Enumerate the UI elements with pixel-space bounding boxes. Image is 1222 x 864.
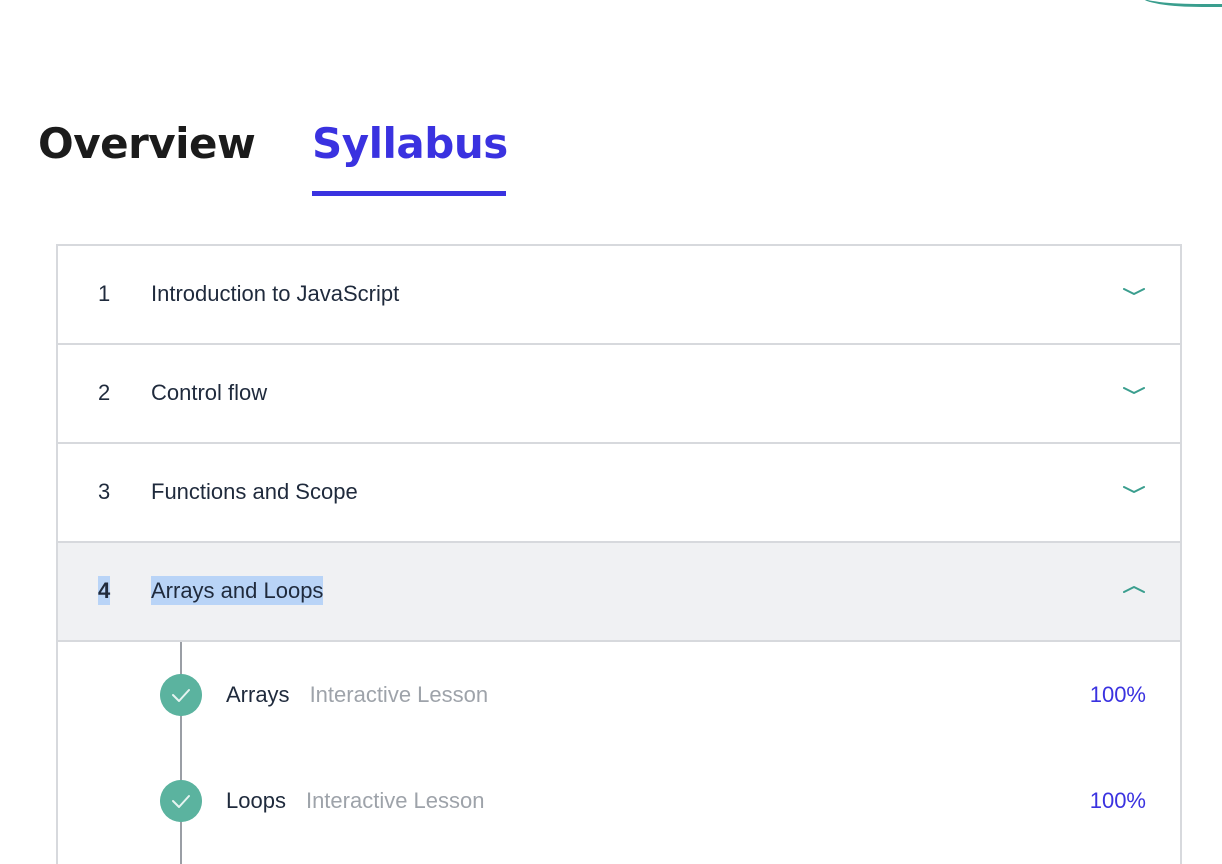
lesson-name: Loops Interactive Lesson (226, 771, 485, 831)
module-number: 4 (98, 543, 111, 639)
chevron-down-icon[interactable] (1122, 381, 1146, 401)
syllabus-accordion: 1 Introduction to JavaScript 2 Control f… (56, 244, 1182, 864)
checkmark-icon (160, 674, 202, 716)
course-page: Overview Syllabus 1 Introduction to Java… (0, 0, 1222, 864)
lesson-item-loops[interactable]: Loops Interactive Lesson 100% (58, 771, 1180, 831)
chevron-down-icon[interactable] (1122, 282, 1146, 302)
tab-overview[interactable]: Overview (38, 112, 256, 176)
selected-text: Arrays and Loops (151, 576, 324, 605)
tab-syllabus-label: Syllabus (312, 119, 508, 168)
lesson-name: Arrays Interactive Lesson (226, 665, 488, 725)
lesson-title: Arrays (226, 682, 290, 707)
decorative-corner-accent (1142, 0, 1222, 7)
lesson-progress: 100% (1089, 682, 1146, 707)
lesson-type: Interactive Lesson (309, 682, 489, 707)
checkmark-icon (160, 780, 202, 822)
chevron-down-icon[interactable] (1122, 480, 1146, 500)
module-title: Introduction to JavaScript (151, 281, 400, 306)
module-row-4[interactable]: 4 Arrays and Loops (58, 543, 1180, 642)
module-number: 2 (98, 380, 111, 405)
tab-syllabus[interactable]: Syllabus (312, 112, 508, 196)
lesson-item-arrays[interactable]: Arrays Interactive Lesson 100% (58, 665, 1180, 725)
chevron-up-icon[interactable] (1122, 579, 1146, 599)
module-title: Control flow (151, 380, 268, 405)
module-row-3[interactable]: 3 Functions and Scope (58, 444, 1180, 543)
lesson-type: Interactive Lesson (305, 788, 485, 813)
tab-overview-label: Overview (38, 119, 256, 168)
lesson-progress: 100% (1089, 788, 1146, 813)
module-row-2[interactable]: 2 Control flow (58, 345, 1180, 444)
lesson-list: Arrays Interactive Lesson 100% Loops Inter… (58, 642, 1180, 864)
selected-text: 4 (98, 576, 111, 605)
active-tab-indicator (312, 191, 506, 196)
module-row-1[interactable]: 1 Introduction to JavaScript (58, 246, 1180, 345)
module-number: 3 (98, 479, 111, 504)
module-number: 1 (98, 281, 111, 306)
lesson-title: Loops (226, 788, 286, 813)
module-title: Arrays and Loops (151, 543, 324, 639)
module-title: Functions and Scope (151, 479, 358, 504)
